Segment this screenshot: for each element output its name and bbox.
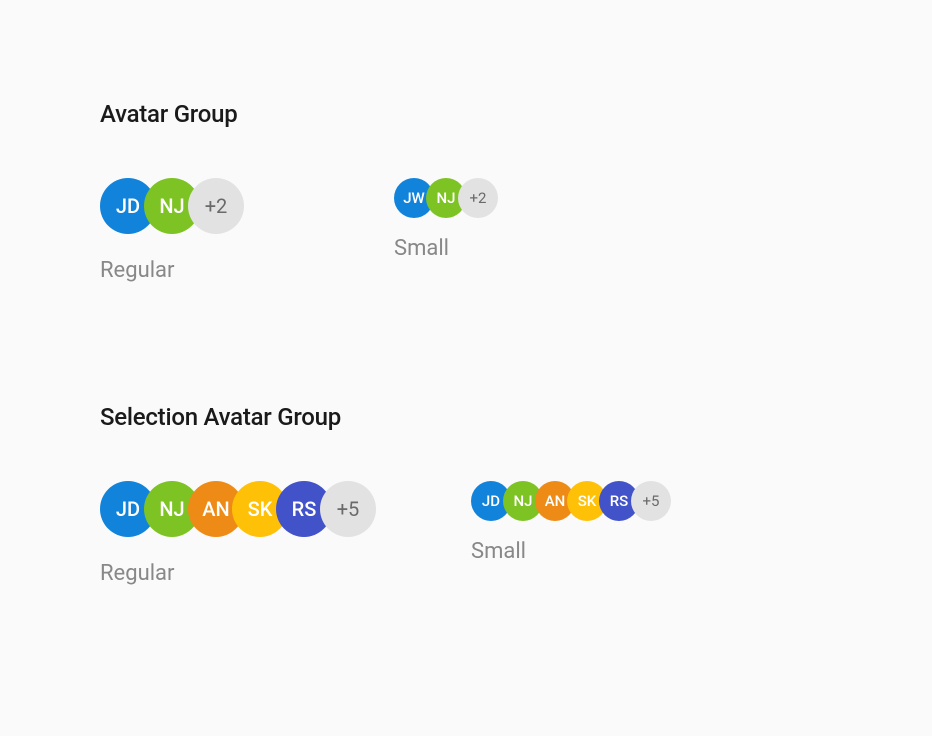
selection-avatar-group-section: Selection Avatar Group JD NJ AN SK RS +5… — [100, 403, 832, 586]
group-label: Regular — [100, 258, 244, 283]
avatar-group-small: JW NJ +2 — [394, 178, 498, 218]
avatar-group-regular-block: JD NJ +2 Regular — [100, 178, 244, 283]
group-label: Small — [394, 236, 498, 261]
group-label: Small — [471, 539, 671, 564]
avatar-overflow[interactable]: +5 — [631, 481, 671, 521]
avatar-overflow[interactable]: +5 — [320, 481, 376, 537]
avatar-group-regular: JD NJ +2 — [100, 178, 244, 234]
selection-avatar-group-regular-block: JD NJ AN SK RS +5 Regular — [100, 481, 376, 586]
selection-avatar-group-regular: JD NJ AN SK RS +5 — [100, 481, 376, 537]
avatar-overflow[interactable]: +2 — [458, 178, 498, 218]
selection-avatar-group-small-block: JD NJ AN SK RS +5 Small — [471, 481, 671, 564]
groups-row: JD NJ AN SK RS +5 Regular JD NJ AN SK RS… — [100, 481, 832, 586]
section-title: Selection Avatar Group — [100, 403, 832, 431]
groups-row: JD NJ +2 Regular JW NJ +2 Small — [100, 178, 832, 283]
group-label: Regular — [100, 561, 376, 586]
avatar-overflow[interactable]: +2 — [188, 178, 244, 234]
avatar-group-small-block: JW NJ +2 Small — [394, 178, 498, 261]
selection-avatar-group-small: JD NJ AN SK RS +5 — [471, 481, 671, 521]
avatar-group-section: Avatar Group JD NJ +2 Regular JW NJ +2 S… — [100, 100, 832, 283]
section-title: Avatar Group — [100, 100, 832, 128]
